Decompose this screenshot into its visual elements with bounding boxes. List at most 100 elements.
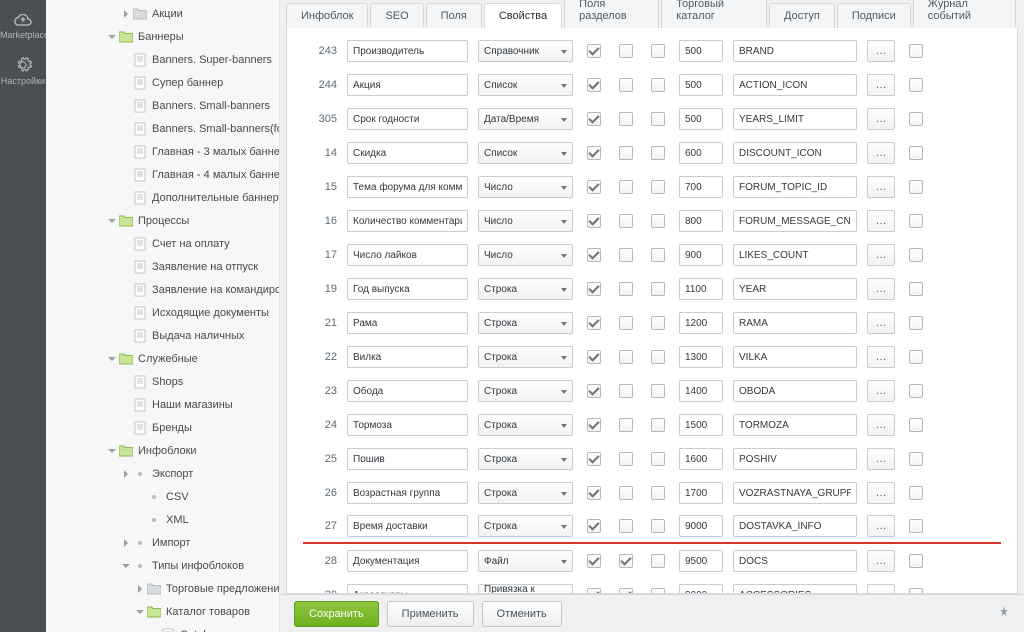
code-input[interactable] (733, 108, 857, 130)
multi-checkbox[interactable] (619, 486, 633, 500)
sort-input[interactable] (679, 142, 723, 164)
tree-node[interactable]: Исходящие документы (46, 301, 279, 324)
type-select[interactable]: Число (478, 244, 573, 266)
name-input[interactable] (347, 515, 468, 537)
type-select[interactable]: Число (478, 210, 573, 232)
chevron-icon[interactable] (120, 470, 132, 478)
name-input[interactable] (347, 380, 468, 402)
name-input[interactable] (347, 244, 468, 266)
multi-checkbox[interactable] (619, 214, 633, 228)
active-checkbox[interactable] (587, 519, 601, 533)
rail-item-gear[interactable]: Настройки (0, 50, 46, 96)
required-checkbox[interactable] (651, 180, 665, 194)
multi-checkbox[interactable] (619, 452, 633, 466)
active-checkbox[interactable] (587, 452, 601, 466)
sort-input[interactable] (679, 550, 723, 572)
multi-checkbox[interactable] (619, 316, 633, 330)
active-checkbox[interactable] (587, 214, 601, 228)
multi-checkbox[interactable] (619, 248, 633, 262)
tree-node[interactable]: Бренды (46, 416, 279, 439)
type-select[interactable]: Строка (478, 380, 573, 402)
code-input[interactable] (733, 515, 857, 537)
multi-checkbox[interactable] (619, 44, 633, 58)
rail-item-cloud[interactable]: Marketplace (0, 8, 46, 50)
type-select[interactable]: Список (478, 142, 573, 164)
active-checkbox[interactable] (587, 316, 601, 330)
sort-input[interactable] (679, 414, 723, 436)
tree-node[interactable]: Счет на оплату (46, 232, 279, 255)
more-button[interactable]: … (867, 515, 895, 537)
code-input[interactable] (733, 278, 857, 300)
code-input[interactable] (733, 142, 857, 164)
multi-checkbox[interactable] (619, 180, 633, 194)
more-button[interactable]: … (867, 108, 895, 130)
tab[interactable]: Подписи (837, 3, 911, 28)
save-button[interactable]: Сохранить (294, 601, 379, 627)
name-input[interactable] (347, 414, 468, 436)
multi-checkbox[interactable] (619, 282, 633, 296)
more-button[interactable]: … (867, 278, 895, 300)
type-select[interactable]: Дата/Время (478, 108, 573, 130)
active-checkbox[interactable] (587, 180, 601, 194)
delete-checkbox[interactable] (909, 146, 923, 160)
type-select[interactable]: Строка (478, 346, 573, 368)
active-checkbox[interactable] (587, 486, 601, 500)
active-checkbox[interactable] (587, 384, 601, 398)
type-select[interactable]: Привязка к элемент (478, 584, 573, 594)
required-checkbox[interactable] (651, 146, 665, 160)
sort-input[interactable] (679, 380, 723, 402)
tab[interactable]: Инфоблок (286, 3, 368, 28)
name-input[interactable] (347, 108, 468, 130)
required-checkbox[interactable] (651, 112, 665, 126)
tree-node[interactable]: Наши магазины (46, 393, 279, 416)
tab[interactable]: Журнал событий (913, 0, 1016, 28)
code-input[interactable] (733, 380, 857, 402)
name-input[interactable] (347, 40, 468, 62)
tree-node[interactable]: Каталог товаров (46, 600, 279, 623)
tree-node[interactable]: Импорт (46, 531, 279, 554)
chevron-icon[interactable] (120, 10, 132, 18)
active-checkbox[interactable] (587, 282, 601, 296)
pin-icon[interactable] (998, 606, 1010, 621)
chevron-icon[interactable] (120, 562, 132, 570)
more-button[interactable]: … (867, 40, 895, 62)
delete-checkbox[interactable] (909, 486, 923, 500)
tree-node[interactable]: Дополнительные баннеры (46, 186, 279, 209)
sort-input[interactable] (679, 312, 723, 334)
multi-checkbox[interactable] (619, 146, 633, 160)
required-checkbox[interactable] (651, 316, 665, 330)
name-input[interactable] (347, 74, 468, 96)
required-checkbox[interactable] (651, 418, 665, 432)
sort-input[interactable] (679, 210, 723, 232)
more-button[interactable]: … (867, 74, 895, 96)
active-checkbox[interactable] (587, 112, 601, 126)
tree-node[interactable]: Главная - 3 малых баннера (46, 140, 279, 163)
name-input[interactable] (347, 312, 468, 334)
sort-input[interactable] (679, 74, 723, 96)
type-select[interactable]: Строка (478, 515, 573, 537)
type-select[interactable]: Строка (478, 482, 573, 504)
delete-checkbox[interactable] (909, 180, 923, 194)
more-button[interactable]: … (867, 414, 895, 436)
type-select[interactable]: Справочник (478, 40, 573, 62)
tab[interactable]: Поля разделов (564, 0, 659, 28)
more-button[interactable]: … (867, 244, 895, 266)
tree-node[interactable]: Экспорт (46, 462, 279, 485)
multi-checkbox[interactable] (619, 554, 633, 568)
tab[interactable]: SEO (370, 3, 423, 28)
tab[interactable]: Свойства (484, 3, 562, 28)
more-button[interactable]: … (867, 210, 895, 232)
code-input[interactable] (733, 448, 857, 470)
tree-node[interactable]: Выдача наличных (46, 324, 279, 347)
tree-node[interactable]: Торговые предложения (46, 577, 279, 600)
required-checkbox[interactable] (651, 248, 665, 262)
type-select[interactable]: Файл (478, 550, 573, 572)
multi-checkbox[interactable] (619, 78, 633, 92)
type-select[interactable]: Строка (478, 414, 573, 436)
name-input[interactable] (347, 142, 468, 164)
more-button[interactable]: … (867, 584, 895, 594)
code-input[interactable] (733, 210, 857, 232)
more-button[interactable]: … (867, 482, 895, 504)
sort-input[interactable] (679, 40, 723, 62)
active-checkbox[interactable] (587, 554, 601, 568)
